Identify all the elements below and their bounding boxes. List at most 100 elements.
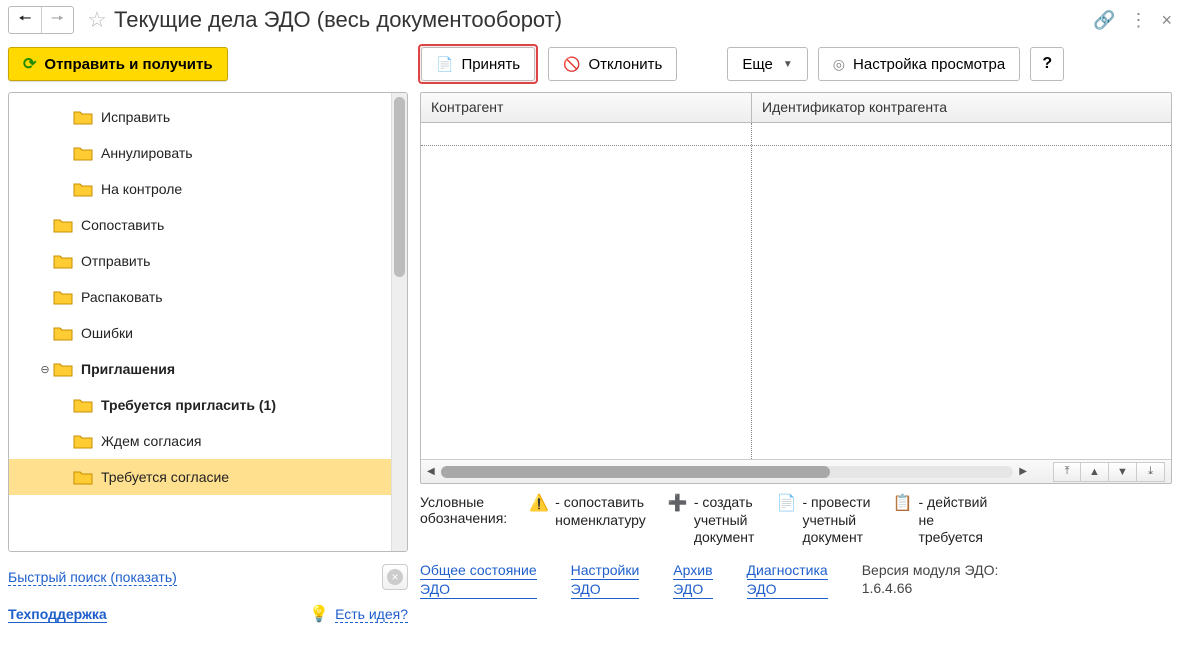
more-label: Еще: [742, 56, 773, 73]
view-settings-label: Настройка просмотра: [853, 56, 1005, 73]
grid-header-contractor[interactable]: Контрагент: [421, 93, 751, 122]
legend-item-text: - провести учетный документ: [802, 494, 870, 547]
tree-item[interactable]: Требуется пригласить (1): [9, 387, 407, 423]
tree-item-label: Требуется согласие: [101, 469, 229, 485]
grid-nav-last[interactable]: ⤓: [1137, 462, 1165, 482]
grid-horizontal-scrollbar[interactable]: ◀ ▶: [427, 466, 1027, 478]
folder-icon: [73, 145, 93, 161]
bottom-link-line1[interactable]: Общее состояние: [420, 561, 537, 580]
scroll-right-icon[interactable]: ▶: [1019, 466, 1027, 477]
version-block: Версия модуля ЭДО: 1.6.4.66: [862, 561, 999, 597]
folder-icon: [53, 217, 73, 233]
folder-icon: [73, 469, 93, 485]
send-receive-button[interactable]: ⟳ Отправить и получить: [8, 47, 228, 81]
tree-item[interactable]: Исправить: [9, 99, 407, 135]
accept-label: Принять: [461, 56, 520, 73]
nav-group: 🠔 🠖: [8, 6, 74, 34]
page-title: Текущие дела ЭДО (весь документооборот): [114, 7, 562, 33]
legend-item-icon: ➕: [668, 494, 688, 513]
tree-expander-icon[interactable]: ⊖: [37, 363, 53, 376]
refresh-icon: ⟳: [23, 54, 36, 74]
link-icon[interactable]: 🔗: [1093, 10, 1115, 31]
legend-item-icon: ⚠️: [529, 494, 549, 513]
title-actions: 🔗 ⋮ ×: [1093, 10, 1172, 31]
tree-item-label: Сопоставить: [81, 217, 164, 233]
kebab-menu-icon[interactable]: ⋮: [1129, 10, 1147, 31]
folder-icon: [73, 433, 93, 449]
bottom-link-line1[interactable]: Архив: [673, 561, 712, 580]
accept-button[interactable]: 📄 Принять: [421, 47, 535, 81]
tree-item-label: Ошибки: [81, 325, 133, 341]
legend-item-icon: 📋: [892, 494, 912, 513]
more-button[interactable]: Еще ▼: [727, 47, 807, 81]
legend-item: 📋 - действий не требуется: [892, 494, 987, 547]
favorite-star-icon[interactable]: ☆: [84, 7, 110, 33]
legend-item-text: - действий не требуется: [918, 494, 987, 547]
bottom-link-group: НастройкиЭДО: [571, 561, 640, 599]
legend-row: Условные обозначения: ⚠️ - сопоставить но…: [420, 494, 1172, 547]
folder-tree-panel: Исправить Аннулировать На контроле Сопостав…: [8, 92, 408, 552]
grid-footer: ◀ ▶ ⤒ ▲ ▼ ⤓: [421, 459, 1171, 483]
folder-icon: [53, 325, 73, 341]
reject-icon: 🚫: [563, 56, 580, 73]
tree-item[interactable]: Распаковать: [9, 279, 407, 315]
bottom-link-line2[interactable]: ЭДО: [420, 580, 537, 599]
legend-item: 📄- провести учетный документ: [776, 494, 870, 547]
quick-search-link[interactable]: Быстрый поиск (показать): [8, 569, 177, 586]
tree-item[interactable]: На контроле: [9, 171, 407, 207]
bottom-link-line1[interactable]: Диагностика: [747, 561, 828, 580]
bottom-link-line1[interactable]: Настройки: [571, 561, 640, 580]
folder-icon: [53, 253, 73, 269]
tree-item[interactable]: Ждем согласия: [9, 423, 407, 459]
accept-icon: 📄: [436, 56, 453, 73]
tree-item[interactable]: Сопоставить: [9, 207, 407, 243]
grid-header: Контрагент Идентификатор контрагента: [421, 93, 1171, 123]
folder-icon: [73, 109, 93, 125]
view-settings-button[interactable]: ◎ Настройка просмотра: [818, 47, 1020, 81]
grid-nav-down[interactable]: ▼: [1109, 462, 1137, 482]
forward-button[interactable]: 🠖: [41, 7, 73, 33]
folder-icon: [53, 289, 73, 305]
grid-body[interactable]: [421, 123, 1171, 459]
folder-tree[interactable]: Исправить Аннулировать На контроле Сопостав…: [9, 93, 407, 551]
legend-item: ➕ - создать учетный документ: [668, 494, 755, 547]
tree-item-label: Аннулировать: [101, 145, 193, 161]
scroll-left-icon[interactable]: ◀: [427, 466, 435, 477]
legend-label: Условные обозначения:: [420, 494, 507, 526]
tree-scrollbar[interactable]: [391, 93, 407, 551]
version-value: 1.6.4.66: [862, 579, 999, 597]
bulb-icon: 💡: [309, 604, 329, 624]
legend-item-text: - создать учетный документ: [694, 494, 755, 547]
reject-button[interactable]: 🚫 Отклонить: [548, 47, 677, 81]
idea-link[interactable]: Есть идея?: [335, 606, 408, 623]
tree-item[interactable]: Отправить: [9, 243, 407, 279]
bottom-link-line2[interactable]: ЭДО: [673, 580, 712, 599]
grid-nav-up[interactable]: ▲: [1081, 462, 1109, 482]
legend-item-text: - сопоставить номенклатуру: [555, 494, 646, 529]
tree-item-label: Приглашения: [81, 361, 175, 377]
clear-search-button[interactable]: ×: [382, 564, 408, 590]
help-button[interactable]: ?: [1030, 47, 1064, 81]
tech-support-link[interactable]: Техподдержка: [8, 606, 107, 623]
tree-item[interactable]: Ошибки: [9, 315, 407, 351]
grid-panel: Контрагент Идентификатор контрагента ◀ ▶: [420, 92, 1172, 484]
view-settings-icon: ◎: [833, 56, 845, 73]
bottom-link-group: ДиагностикаЭДО: [747, 561, 828, 599]
grid-nav-first[interactable]: ⤒: [1053, 462, 1081, 482]
tree-item[interactable]: ⊖ Приглашения: [9, 351, 407, 387]
folder-icon: [53, 361, 73, 377]
bottom-link-line2[interactable]: ЭДО: [571, 580, 640, 599]
toolbar: ⟳ Отправить и получить 📄 Принять 🚫 Откло…: [8, 40, 1172, 92]
legend-item: ⚠️ - сопоставить номенклатуру: [529, 494, 646, 529]
tree-item[interactable]: Аннулировать: [9, 135, 407, 171]
title-bar: 🠔 🠖 ☆ Текущие дела ЭДО (весь документооб…: [8, 4, 1172, 40]
grid-header-contractor-id[interactable]: Идентификатор контрагента: [752, 93, 1171, 122]
tree-item-label: Распаковать: [81, 289, 163, 305]
tree-item-label: Требуется пригласить (1): [101, 397, 276, 413]
close-icon[interactable]: ×: [1161, 10, 1172, 31]
tree-item[interactable]: Требуется согласие: [9, 459, 407, 495]
bottom-link-line2[interactable]: ЭДО: [747, 580, 828, 599]
back-button[interactable]: 🠔: [9, 7, 41, 33]
bottom-link-group: АрхивЭДО: [673, 561, 712, 599]
tree-item-label: Исправить: [101, 109, 170, 125]
